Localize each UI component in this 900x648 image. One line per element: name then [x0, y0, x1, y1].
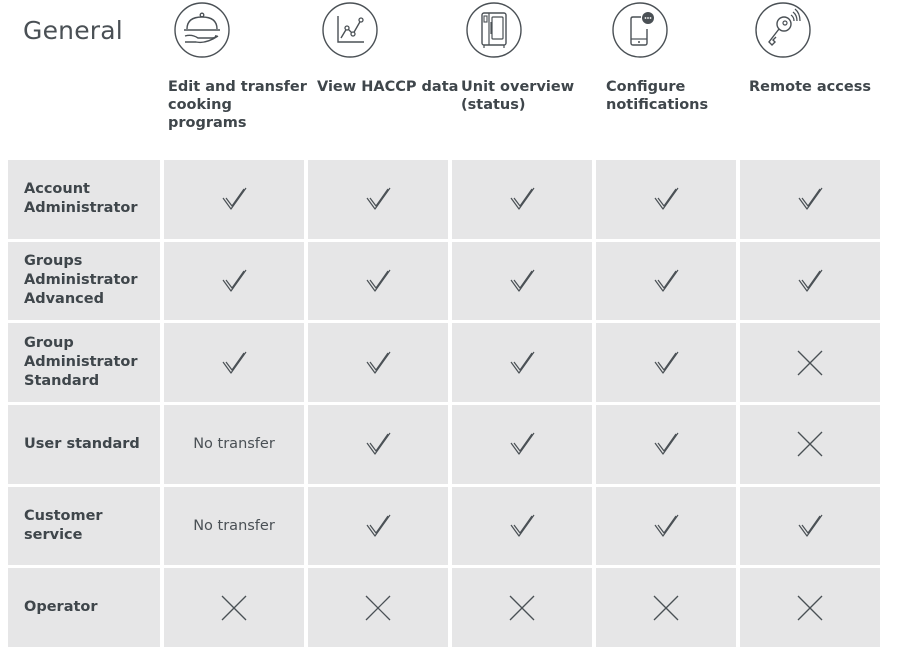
check-icon — [452, 241, 592, 321]
check-icon — [596, 405, 736, 484]
check-icon — [164, 160, 304, 239]
check-icon — [596, 160, 736, 239]
remote-key-icon — [755, 2, 811, 58]
table-row: Group Administrator Standard — [8, 323, 892, 402]
cross-icon — [596, 568, 736, 647]
cross-icon — [164, 568, 304, 647]
check-icon — [452, 486, 592, 566]
column-header-unit-overview: Unit overview (status) — [461, 79, 575, 113]
table-row: Operator — [8, 568, 892, 647]
permissions-table: Account Administrator Groups Administrato… — [8, 160, 900, 648]
column-header-remote: Remote access — [749, 79, 871, 95]
column-icon-cooking — [172, 0, 316, 60]
page-title: General — [23, 16, 123, 45]
cross-icon — [308, 568, 448, 647]
check-icon — [308, 160, 448, 239]
phone-notification-icon — [612, 2, 668, 58]
check-icon — [740, 486, 880, 566]
column-header-haccp: View HACCP data — [317, 79, 459, 95]
line-graph-icon — [322, 2, 378, 58]
table-row: Groups Administrator Advanced — [8, 241, 892, 321]
cell-text: No transfer — [164, 486, 304, 566]
row-role-label: User standard — [8, 405, 160, 484]
column-icon-remote — [753, 0, 897, 60]
check-icon — [308, 323, 448, 402]
column-icon-unit-overview — [464, 0, 608, 60]
serving-cloche-icon — [174, 2, 230, 58]
column-icon-haccp — [320, 0, 464, 60]
check-icon — [596, 323, 736, 402]
check-icon — [308, 486, 448, 566]
check-icon — [164, 323, 304, 402]
row-role-label: Group Administrator Standard — [8, 323, 160, 402]
column-icon-notifications — [610, 0, 754, 60]
table-row: Account Administrator — [8, 160, 892, 239]
row-role-label: Groups Administrator Advanced — [8, 241, 160, 321]
cell-text: No transfer — [164, 405, 304, 484]
cross-icon — [740, 405, 880, 484]
check-icon — [596, 241, 736, 321]
check-icon — [596, 486, 736, 566]
check-icon — [164, 241, 304, 321]
table-row: User standard No transfer — [8, 405, 892, 484]
check-icon — [308, 241, 448, 321]
cross-icon — [452, 568, 592, 647]
row-role-label: Operator — [8, 568, 160, 647]
column-header-cooking: Edit and transfer cooking programs — [168, 79, 307, 131]
row-role-label: Customer service — [8, 486, 160, 566]
check-icon — [740, 160, 880, 239]
cross-icon — [740, 323, 880, 402]
row-role-label: Account Administrator — [8, 160, 160, 239]
cell-text-value: No transfer — [193, 436, 275, 453]
check-icon — [740, 241, 880, 321]
combi-oven-icon — [466, 2, 522, 58]
cross-icon — [740, 568, 880, 647]
check-icon — [452, 405, 592, 484]
column-header-notifications: Configure notifications — [606, 79, 709, 113]
check-icon — [308, 405, 448, 484]
check-icon — [452, 323, 592, 402]
table-row: Customer service No transfer — [8, 486, 892, 566]
check-icon — [452, 160, 592, 239]
cell-text-value: No transfer — [193, 518, 275, 534]
